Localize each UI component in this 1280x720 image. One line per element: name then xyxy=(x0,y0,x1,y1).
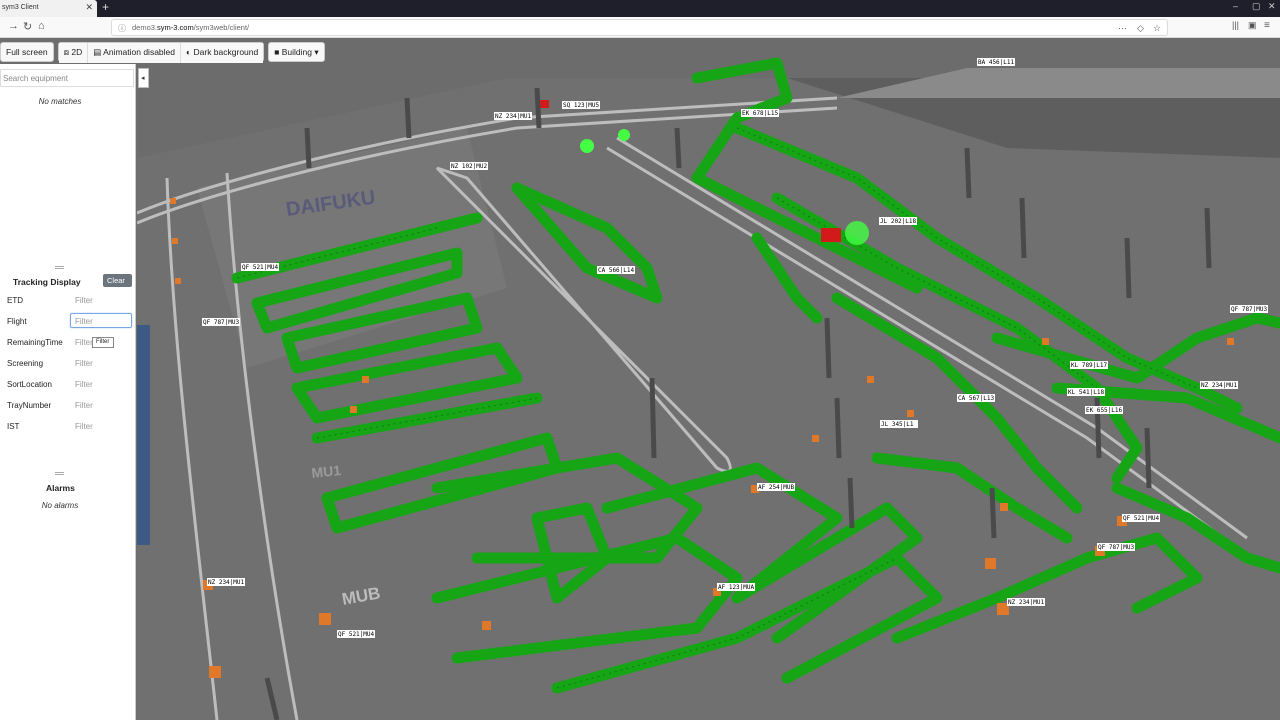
bag-tag: QF 521|MU4 xyxy=(242,264,279,271)
equipment-sidebar: Search equipment No matches Tracking Dis… xyxy=(0,64,136,720)
new-tab-icon[interactable]: + xyxy=(102,0,109,14)
filter-label-sortlocation: SortLocation xyxy=(7,380,52,389)
scene-viewport[interactable]: DAIFUKU MU1 MUB NZ 234|MU1 QF 521|MU4 NZ… xyxy=(137,38,1280,720)
info-icon[interactable]: ⓘ xyxy=(118,23,126,34)
bag-tag: NZ 234|MU1 xyxy=(495,113,532,120)
bag-tag: NZ 234|MU1 xyxy=(1008,599,1045,606)
bag-tag: EK 655|L16 xyxy=(1086,407,1123,414)
filter-label-flight: Flight xyxy=(7,317,27,326)
reload-icon[interactable]: ↻ xyxy=(23,20,32,33)
filter-label-etd: ETD xyxy=(7,296,23,305)
bag-tag: QF 521|MU4 xyxy=(338,631,375,638)
search-equipment-input[interactable]: Search equipment xyxy=(0,69,134,87)
scene-toolbar: Full screen ⧈ 2D ▤ Animation disabled ◐ … xyxy=(0,42,325,63)
bag-tag: EK 678|L15 xyxy=(742,110,779,117)
video-icon: ■ xyxy=(274,47,282,57)
filter-label-traynumber: TrayNumber xyxy=(7,401,52,410)
collapse-sidebar-icon[interactable]: ◂ xyxy=(138,68,149,88)
browser-tab[interactable]: sym3 Client ✕ xyxy=(0,0,97,17)
fullscreen-button[interactable]: Full screen xyxy=(0,42,54,62)
scene-edge-strip xyxy=(137,325,150,545)
bag-tag: CA 567|L13 xyxy=(958,395,995,402)
bag-tag: KL 541|L18 xyxy=(1068,389,1105,396)
bag-tag: KL 789|L17 xyxy=(1071,362,1108,369)
animation-toggle-button[interactable]: ▤ Animation disabled xyxy=(88,43,181,63)
filter-input-etd[interactable]: Filter xyxy=(70,292,132,307)
browser-nav-bar: → ↻ ⌂ ⓘ demo3.sym-3.com/sym3web/client/ … xyxy=(0,17,1280,38)
library-icon[interactable]: ||| xyxy=(1232,20,1239,30)
film-icon: ▤ xyxy=(93,47,104,57)
bag-tag: QF 787|MU3 xyxy=(203,319,240,326)
building-dropdown[interactable]: ■ Building ▾ xyxy=(268,42,325,62)
filter-input-ist[interactable]: Filter xyxy=(70,418,132,433)
filter-input-screening[interactable]: Filter xyxy=(70,355,132,370)
filter-label-remainingtime: RemainingTime xyxy=(7,338,63,347)
forward-icon[interactable]: → xyxy=(8,20,19,32)
filter-label-ist: IST xyxy=(7,422,20,431)
conveyor-scene[interactable]: DAIFUKU MU1 MUB NZ 234|MU1 QF 521|MU4 NZ… xyxy=(137,38,1280,720)
url-host: sym-3.com xyxy=(157,23,194,32)
url-prefix: demo3. xyxy=(132,23,158,32)
pocket-icon[interactable]: ◇ xyxy=(1137,23,1144,34)
alarm-marker[interactable] xyxy=(821,228,841,242)
caret-down-icon: ▾ xyxy=(311,47,319,57)
filter-input-traynumber[interactable]: Filter xyxy=(70,397,132,412)
bag-tag: AF 123|MUA xyxy=(718,584,755,591)
filter-input-remainingtime[interactable]: Filter xyxy=(70,334,94,349)
animation-label: Animation disabled xyxy=(103,47,175,57)
contrast-icon: ◐ xyxy=(186,47,194,57)
filter-input-sortlocation[interactable]: Filter xyxy=(70,376,132,391)
more-icon[interactable]: ··· xyxy=(1118,23,1127,33)
clear-button[interactable]: Clear xyxy=(103,274,132,287)
tab-title: sym3 Client xyxy=(2,4,39,11)
tracking-display-title: Tracking Display xyxy=(13,277,81,287)
bag-tag: NZ 234|MU1 xyxy=(208,579,245,586)
bag-tag: AF 254|MUB xyxy=(758,484,795,491)
bag-tag: CA 566|L14 xyxy=(598,267,635,274)
close-window-icon[interactable]: ✕ xyxy=(1268,1,1276,12)
building-label: Building xyxy=(281,47,312,57)
splitter-handle[interactable] xyxy=(55,266,64,269)
menu-icon[interactable]: ≡ xyxy=(1264,20,1270,31)
alarms-title: Alarms xyxy=(46,483,75,493)
filter-label-screening: Screening xyxy=(7,359,44,368)
filter-input-flight[interactable]: Filter xyxy=(70,313,132,328)
background-label: Dark background xyxy=(193,47,259,57)
maximize-icon[interactable]: ▢ xyxy=(1252,1,1261,12)
home-icon[interactable]: ⌂ xyxy=(38,20,45,32)
bag-tag: QF 787|MU3 xyxy=(1098,544,1135,551)
splitter-handle[interactable] xyxy=(55,472,64,475)
filter-tooltip: Filter xyxy=(92,337,114,348)
background-toggle-button[interactable]: ◐ Dark background xyxy=(181,43,264,63)
close-tab-icon[interactable]: ✕ xyxy=(85,2,93,13)
fullscreen-label: Full screen xyxy=(6,47,48,57)
bag-tag: NZ 102|MU2 xyxy=(451,163,488,170)
bag-tag: SQ 123|MU5 xyxy=(563,102,600,109)
browser-tab-bar: sym3 Client ✕ + – ▢ ✕ xyxy=(0,0,1280,17)
url-path: /sym3web/client/ xyxy=(193,23,250,32)
bag-tag: QF 521|MU4 xyxy=(1123,515,1160,522)
bag-tag: JL 345|L1 xyxy=(881,421,914,428)
view-2d-label: 2D xyxy=(71,47,83,57)
sidebar-toggle-icon[interactable]: ▣ xyxy=(1248,20,1257,31)
bookmark-star-icon[interactable]: ☆ xyxy=(1153,23,1161,34)
minimize-icon[interactable]: – xyxy=(1233,1,1238,11)
view-2d-button[interactable]: ⧈ 2D xyxy=(58,43,89,63)
bag-tag: BA 456|L11 xyxy=(978,59,1015,66)
bag-tag: JL 202|L18 xyxy=(880,218,917,225)
no-matches-text: No matches xyxy=(38,97,82,106)
bag-tag: QF 787|MU3 xyxy=(1231,306,1268,313)
bag-tag: NZ 234|MU1 xyxy=(1201,382,1238,389)
floor-label-mu1: MU1 xyxy=(311,462,342,481)
no-alarms-text: No alarms xyxy=(41,501,79,510)
view-options-group: ⧈ 2D ▤ Animation disabled ◐ Dark backgro… xyxy=(57,42,265,63)
url-bar[interactable]: ⓘ demo3.sym-3.com/sym3web/client/ ··· ◇ … xyxy=(111,19,1168,36)
